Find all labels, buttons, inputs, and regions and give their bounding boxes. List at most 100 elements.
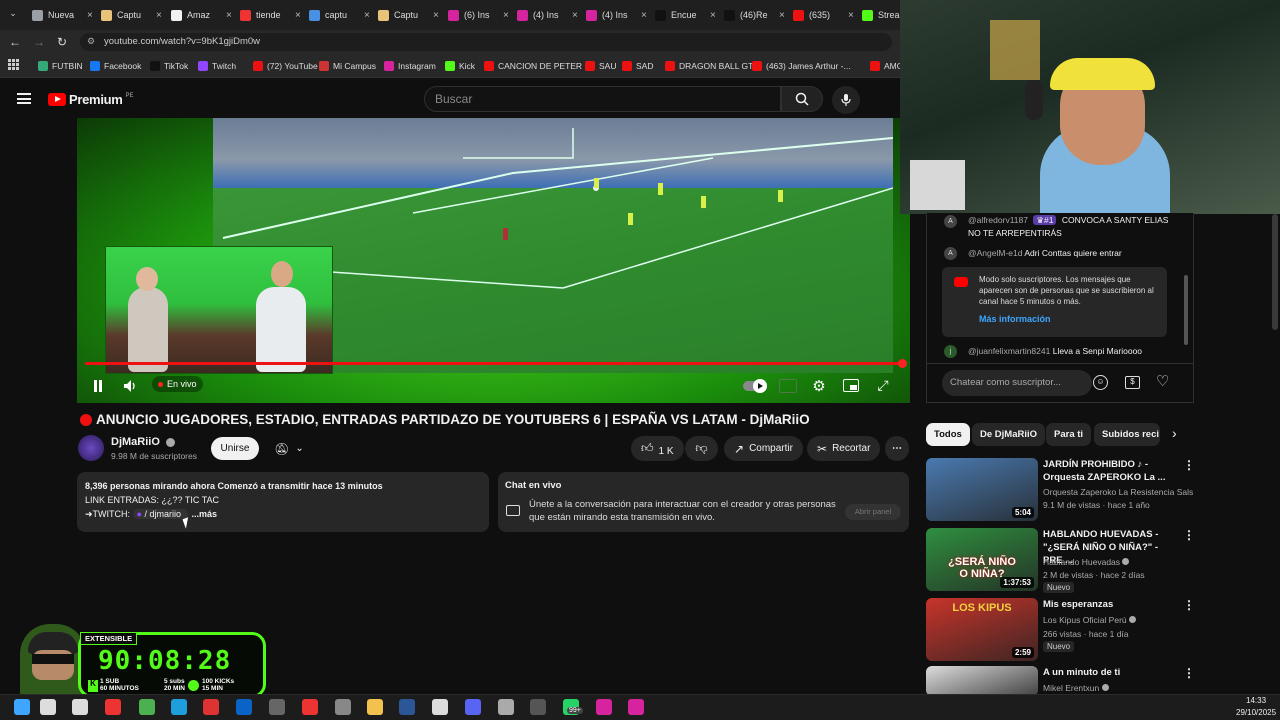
progress-scrubber[interactable] (898, 359, 907, 368)
channel-avatar[interactable] (78, 435, 104, 461)
thumbs-up-icon: 👍︎ (641, 441, 654, 455)
chip-all[interactable]: Todos (926, 423, 970, 446)
more-options-icon[interactable]: ⋮ (1183, 666, 1195, 680)
share-button[interactable]: ↗ Compartir (724, 436, 803, 461)
super-chat-icon[interactable]: $ (1125, 376, 1140, 389)
app-icon[interactable] (432, 699, 448, 715)
word-icon[interactable] (399, 699, 415, 715)
recommendation-thumbnail[interactable]: ¿SERÁ NIÑO O NIÑA? 1:37:53 (926, 528, 1038, 591)
search-icon[interactable] (40, 699, 56, 715)
more-options-icon[interactable]: ⋮ (1183, 458, 1195, 472)
autoplay-toggle[interactable] (743, 379, 767, 393)
search-button[interactable] (781, 86, 823, 112)
bookmark[interactable]: Mi Campus (319, 58, 376, 74)
progress-bar[interactable] (85, 362, 903, 365)
edge-icon[interactable] (171, 699, 187, 715)
heart-icon[interactable]: ♡ (1156, 372, 1169, 390)
dislike-button[interactable]: 👎︎ (685, 436, 718, 461)
chat-username[interactable]: @juanfelixmartin8241 (968, 346, 1050, 356)
recommendation-channel[interactable]: Mikel Erentxun (1043, 682, 1193, 694)
recommendation-title[interactable]: JARDÍN PROHIBIDO ♪ - Orquesta ZAPEROKO L… (1043, 458, 1175, 484)
clip-button[interactable]: ✂ Recortar (807, 436, 881, 461)
store-icon[interactable] (105, 699, 121, 715)
discord-icon[interactable] (465, 699, 481, 715)
app-icon[interactable] (628, 699, 644, 715)
bookmark[interactable]: SAU (585, 58, 616, 74)
live-badge[interactable]: En vivo (152, 376, 203, 392)
outlook-icon[interactable] (236, 699, 252, 715)
streamer-webcam (900, 0, 1280, 214)
voice-search-button[interactable] (832, 86, 860, 114)
menu-icon[interactable] (17, 93, 31, 104)
recommendation-title[interactable]: Mis esperanzas (1043, 598, 1175, 611)
emoji-icon[interactable]: ☺ (1093, 375, 1108, 390)
chevron-right-icon[interactable]: › (1172, 425, 1177, 441)
chip-channel[interactable]: De DjMaRiiO (972, 423, 1046, 446)
notifications-button[interactable]: 🔕︎ ⌄ (268, 437, 310, 460)
fullscreen-button[interactable]: ⤢ (875, 377, 891, 393)
bookmark[interactable]: (463) James Arthur -... (752, 58, 851, 74)
app-icon[interactable] (335, 699, 351, 715)
miniplayer-button[interactable] (843, 379, 859, 392)
more-actions-button[interactable]: ⋯ (885, 436, 909, 461)
bookmark[interactable]: Twitch (198, 58, 236, 74)
open-panel-button[interactable]: Abrir panel (845, 504, 901, 520)
bookmark[interactable]: DRAGON BALL GT (665, 58, 753, 74)
bookmark[interactable]: SAD (622, 58, 653, 74)
recommendation-stats: 9.1 M de vistas · hace 1 año (1043, 500, 1150, 510)
bookmark-label: Twitch (212, 61, 237, 71)
chat-input[interactable]: Chatear como suscriptor... (942, 370, 1092, 396)
bookmark[interactable]: Instagram (384, 58, 436, 74)
twitch-link[interactable]: ● / djmariio (132, 509, 188, 519)
recommendation-channel[interactable]: Los Kipus Oficial Perú (1043, 614, 1193, 626)
app-icon[interactable] (302, 699, 318, 715)
chip-for-you[interactable]: Para ti (1046, 423, 1092, 446)
recommendation-channel[interactable]: Hablando Huevadas (1043, 556, 1193, 568)
more-options-icon[interactable]: ⋮ (1183, 598, 1195, 612)
chrome-icon[interactable] (139, 699, 155, 715)
description-box[interactable]: 8,396 personas mirando ahora Comenzó a t… (77, 472, 489, 532)
channel-name[interactable]: DjMaRiiO (111, 436, 175, 448)
bookmark[interactable]: (72) YouTube (253, 58, 318, 74)
settings-button[interactable]: ⚙ (810, 377, 828, 395)
app-icon[interactable] (203, 699, 219, 715)
pause-button[interactable] (90, 378, 106, 394)
recommendation-thumbnail[interactable]: LOS KIPUS 2:59 (926, 598, 1038, 661)
task-view-icon[interactable] (72, 699, 88, 715)
bookmark[interactable]: TikTok (150, 58, 188, 74)
volume-button[interactable] (122, 377, 140, 395)
recommendation-thumbnail[interactable] (926, 666, 1038, 696)
app-icon[interactable] (498, 699, 514, 715)
youtube-logo[interactable]: Premium PE (48, 92, 134, 107)
clock-date[interactable]: 29/10/2025 (1236, 708, 1276, 717)
verified-icon (1101, 684, 1109, 691)
chat-username[interactable]: @alfredorv1187 (968, 215, 1028, 225)
recommendation-title[interactable]: A un minuto de ti (1043, 666, 1175, 679)
chat-username[interactable]: @AngelM-e1d (968, 248, 1022, 258)
bookmark[interactable]: Facebook (90, 58, 141, 74)
clock-time[interactable]: 14:33 (1246, 696, 1266, 705)
bookmark[interactable]: FUTBIN (38, 58, 83, 74)
chip-recent[interactable]: Subidos reci (1094, 423, 1160, 446)
join-button[interactable]: Unirse (211, 437, 259, 460)
calculator-icon[interactable] (530, 699, 546, 715)
chat-scrollbar[interactable] (1184, 275, 1188, 345)
show-more-link[interactable]: ...más (192, 509, 218, 519)
subtitles-button[interactable] (779, 379, 797, 393)
recommendation-channel[interactable]: Orquesta Zaperoko La Resistencia Salse..… (1043, 486, 1193, 498)
recommendation-thumbnail[interactable]: 5:04 (926, 458, 1038, 521)
more-options-icon[interactable]: ⋮ (1183, 528, 1195, 542)
bookmark[interactable]: Kick (445, 58, 475, 74)
region-code: PE (125, 92, 134, 99)
video-player[interactable]: ⚙ ⤢ (77, 118, 910, 403)
learn-more-link[interactable]: Más información (979, 314, 1051, 324)
page-scrollbar[interactable] (1272, 214, 1278, 330)
app-icon[interactable] (269, 699, 285, 715)
folder-icon[interactable] (367, 699, 383, 715)
search-input[interactable]: Buscar (424, 86, 781, 112)
app-icon[interactable] (596, 699, 612, 715)
like-button[interactable]: 👍︎ 1 K (631, 436, 684, 461)
bookmark[interactable]: CANCION DE PETER (484, 58, 582, 74)
windows-start-icon[interactable] (14, 699, 30, 715)
bookmark-favicon-icon (585, 61, 595, 71)
